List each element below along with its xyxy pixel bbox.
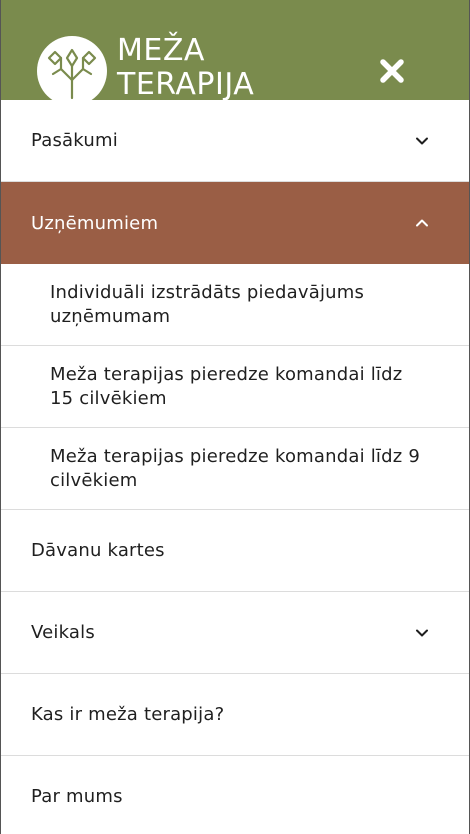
brand-line-2: TERAPIJA	[117, 67, 255, 101]
menu-item-label: Kas ir meža terapija?	[31, 704, 225, 725]
chevron-up-icon[interactable]	[415, 216, 429, 230]
menu-item-label: Pasākumi	[31, 130, 118, 151]
logo[interactable]	[37, 36, 107, 100]
menu-item-veikals[interactable]: Veikals	[1, 592, 469, 674]
menu-item-kas-ir-meza-terapija[interactable]: Kas ir meža terapija?	[1, 674, 469, 756]
menu-item-label: Dāvanu kartes	[31, 540, 165, 561]
menu-item-label: Veikals	[31, 622, 95, 643]
close-icon	[380, 59, 404, 83]
tree-branch-logo-icon	[47, 48, 97, 100]
submenu-item-label: Meža terapijas pieredze komandai līdz 15…	[50, 363, 403, 409]
submenu-uznemumiem: Individuāli izstrādāts piedavājums uzņēm…	[1, 264, 469, 510]
brand-name[interactable]: MEŽA TERAPIJA	[117, 33, 255, 101]
submenu-item-label: Individuāli izstrādāts piedavājums uzņēm…	[50, 281, 365, 327]
submenu-item-team-9[interactable]: Meža terapijas pieredze komandai līdz 9 …	[1, 428, 469, 510]
submenu-item-team-15[interactable]: Meža terapijas pieredze komandai līdz 15…	[1, 346, 469, 428]
site-header: MEŽA TERAPIJA	[1, 0, 469, 100]
mobile-nav-menu: Pasākumi Uzņēmumiem Individuāli izstrādā…	[1, 100, 469, 834]
chevron-down-icon[interactable]	[415, 626, 429, 640]
menu-item-label: Uzņēmumiem	[31, 212, 159, 234]
mobile-menu-page: MEŽA TERAPIJA Pasākumi Uzņēmumiem Indivi…	[0, 0, 470, 834]
brand-line-1: MEŽA	[117, 33, 205, 68]
menu-item-davanu-kartes[interactable]: Dāvanu kartes	[1, 510, 469, 592]
menu-item-pasakumi[interactable]: Pasākumi	[1, 100, 469, 182]
menu-item-par-mums[interactable]: Par mums	[1, 756, 469, 834]
submenu-item-individual-offer[interactable]: Individuāli izstrādāts piedavājums uzņēm…	[1, 264, 469, 346]
close-menu-button[interactable]	[377, 56, 407, 86]
menu-item-uznemumiem[interactable]: Uzņēmumiem	[1, 182, 469, 264]
menu-item-label: Par mums	[31, 786, 123, 807]
chevron-down-icon[interactable]	[415, 134, 429, 148]
submenu-item-label: Meža terapijas pieredze komandai līdz 9 …	[50, 445, 420, 491]
